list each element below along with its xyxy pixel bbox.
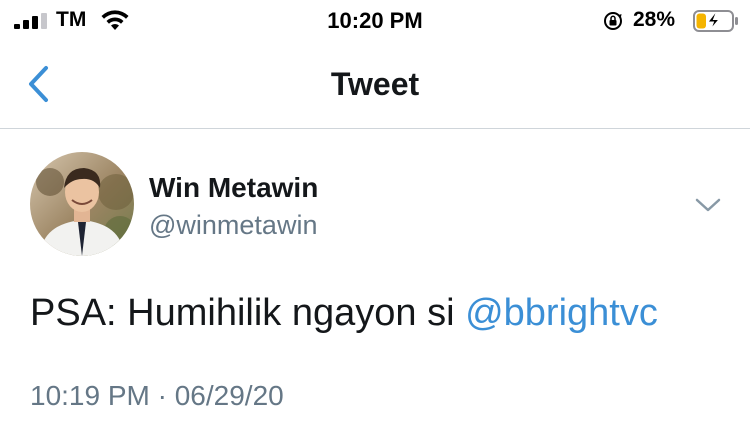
- chevron-down-icon: [695, 198, 721, 212]
- mention-link[interactable]: @bbrightvc: [465, 292, 658, 334]
- author-avatar[interactable]: [30, 152, 134, 256]
- tweet-body: PSA: Humihilik ngayon si @bbrightvc: [30, 292, 658, 335]
- battery-level-fill: [696, 13, 706, 29]
- battery-percentage: 28%: [633, 8, 676, 31]
- page-title: Tweet: [330, 66, 420, 102]
- orientation-lock-icon: [604, 12, 622, 30]
- status-bar: TM 10:20 PM 28%: [0, 0, 750, 40]
- author-display-name[interactable]: Win Metawin: [149, 172, 318, 204]
- avatar-photo: [30, 152, 134, 256]
- tweet-detail: Win Metawin @winmetawin PSA: Humihilik n…: [0, 130, 750, 423]
- tweet-menu-button[interactable]: [690, 190, 726, 220]
- tweet-text: PSA: Humihilik ngayon si: [30, 292, 466, 334]
- battery-charging-icon: [693, 10, 738, 32]
- author-handle[interactable]: @winmetawin: [149, 210, 317, 241]
- tweet-timestamp: 10:19 PM · 06/29/20: [30, 380, 284, 411]
- nav-bar: Tweet: [0, 40, 750, 129]
